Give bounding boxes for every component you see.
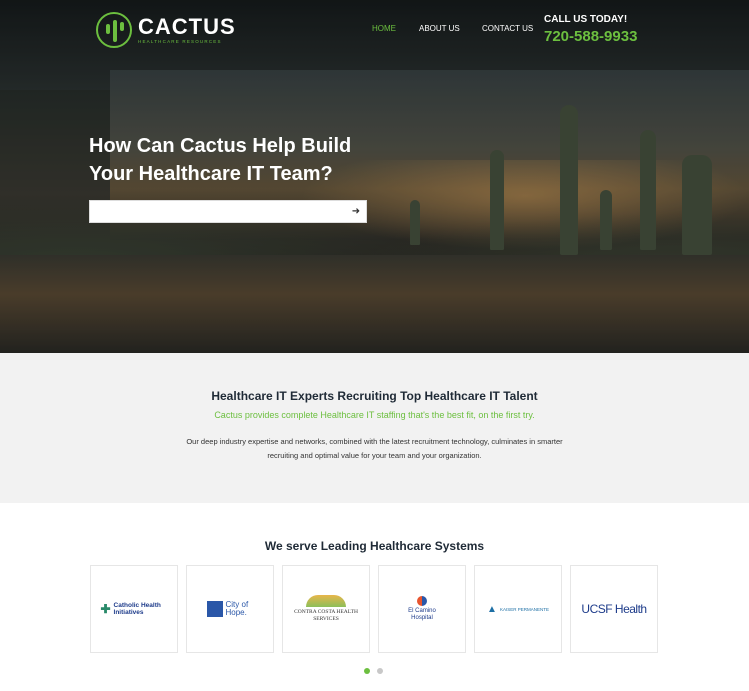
intro-tagline: Cactus provides complete Healthcare IT s… [214,410,535,420]
intro-body: Our deep industry expertise and networks… [186,437,563,460]
catholic-health-logo: ✚ Catholic Health Initiatives [100,602,161,616]
city-of-hope-logo: City of Hope. [206,601,254,617]
partner-logo-card[interactable]: CONTRA COSTA HEALTH SERVICES [282,565,370,653]
logo-name: CACTUS [138,14,236,39]
call-us-label: CALL US TODAY! [544,14,628,25]
partners-heading: We serve Leading Healthcare Systems [264,539,485,553]
carousel-dot-1[interactable] [364,668,370,674]
nav-home[interactable]: HOME [372,24,396,33]
search-bar: ➜ [89,200,367,224]
carousel-dot-2[interactable] [377,668,383,674]
search-input[interactable] [90,203,346,224]
hero-section: CACTUS HEALTHCARE RESOURCES HOME ABOUT U… [0,0,749,353]
call-us-block: CALL US TODAY! 720-588-9933 [544,14,637,45]
nav-contact-us[interactable]: CONTACT US [482,24,533,33]
partner-logo-card[interactable]: UCSF Health [570,565,658,653]
intro-section: Healthcare IT Experts Recruiting Top Hea… [0,353,749,503]
contra-costa-logo: CONTRA COSTA HEALTH SERVICES [291,595,361,623]
el-camino-logo: El Camino Hospital [404,596,440,622]
ucsf-health-logo: UCSF Health [581,602,647,616]
partner-logo-card[interactable]: ✚ Catholic Health Initiatives [90,565,178,653]
cactus-logo-icon [96,12,132,48]
arrow-right-icon[interactable]: ➜ [346,201,366,222]
partner-logo-card[interactable]: City of Hope. [186,565,274,653]
intro-heading: Healthcare IT Experts Recruiting Top Hea… [211,389,538,403]
partner-logo-card[interactable]: ▲ KAISER PERMANENTE [474,565,562,653]
hero-title: How Can Cactus Help Build Your Healthcar… [89,135,352,185]
nav-about-us[interactable]: ABOUT US [419,24,460,33]
site-logo[interactable]: CACTUS HEALTHCARE RESOURCES [96,12,236,48]
phone-number-link[interactable]: 720-588-9933 [544,28,637,45]
kaiser-permanente-logo: ▲ KAISER PERMANENTE [487,603,549,615]
carousel-pagination [364,668,383,674]
logo-tagline: HEALTHCARE RESOURCES [138,39,222,44]
partner-logo-card[interactable]: El Camino Hospital [378,565,466,653]
